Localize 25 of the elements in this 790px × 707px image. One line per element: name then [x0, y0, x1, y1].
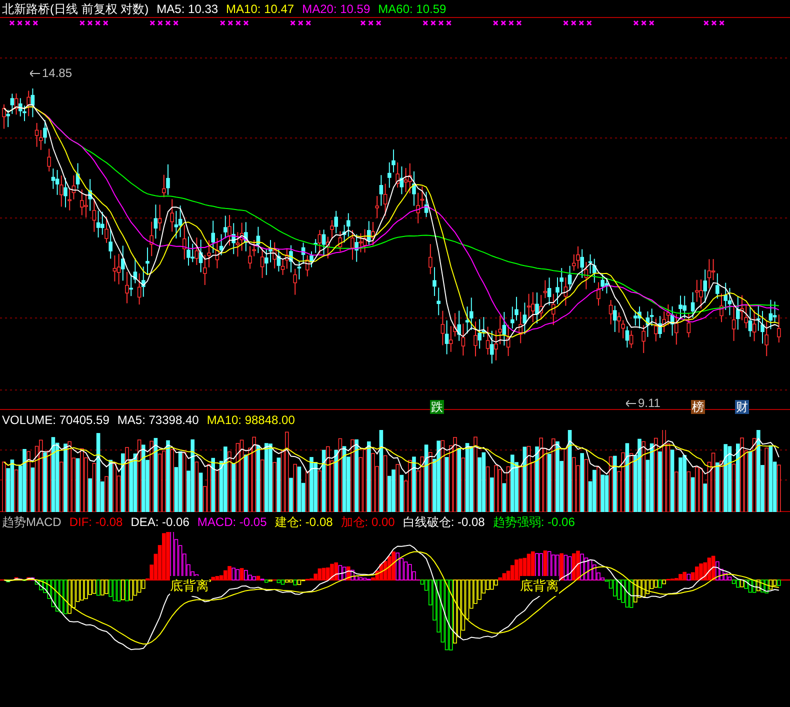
- indicator-value: 白线破仓: -0.08: [402, 514, 485, 531]
- divergence-label: 底背离: [170, 576, 209, 596]
- divergence-label: 底背离: [520, 576, 559, 596]
- low-price-label: 9.11: [638, 395, 660, 412]
- indicator-value: DEA: -0.06: [130, 514, 190, 531]
- indicator-value: MA10: 98848.00: [206, 412, 295, 429]
- indicator-value: MACD: -0.05: [197, 514, 267, 531]
- arrow-icon: [626, 400, 636, 407]
- indicator-value: MA10: 10.47: [226, 0, 294, 18]
- indicator-title: 趋势MACD: [2, 514, 62, 531]
- indicator-value: 趋势强弱: -0.06: [492, 514, 575, 531]
- indicator-value: MA5: 73398.40: [117, 412, 199, 429]
- indicator-value: MA20: 10.59: [302, 0, 370, 18]
- event-badge: 榜: [691, 400, 705, 414]
- event-badge: 财: [735, 400, 749, 414]
- indicator-value: DIF: -0.08: [69, 514, 123, 531]
- indicator-value: 加仓: 0.00: [340, 514, 395, 531]
- indicator-value: 建仓: -0.08: [274, 514, 333, 531]
- event-badge: 跌: [430, 400, 444, 414]
- high-price-label: 14.85: [42, 65, 72, 82]
- arrow-icon: [30, 70, 40, 77]
- indicator-value: VOLUME: 70405.59: [2, 412, 110, 429]
- indicator-value: MA60: 10.59: [378, 0, 446, 18]
- chart-title: 北新路桥(日线 前复权 对数): [2, 0, 149, 18]
- indicator-value: MA5: 10.33: [156, 0, 218, 18]
